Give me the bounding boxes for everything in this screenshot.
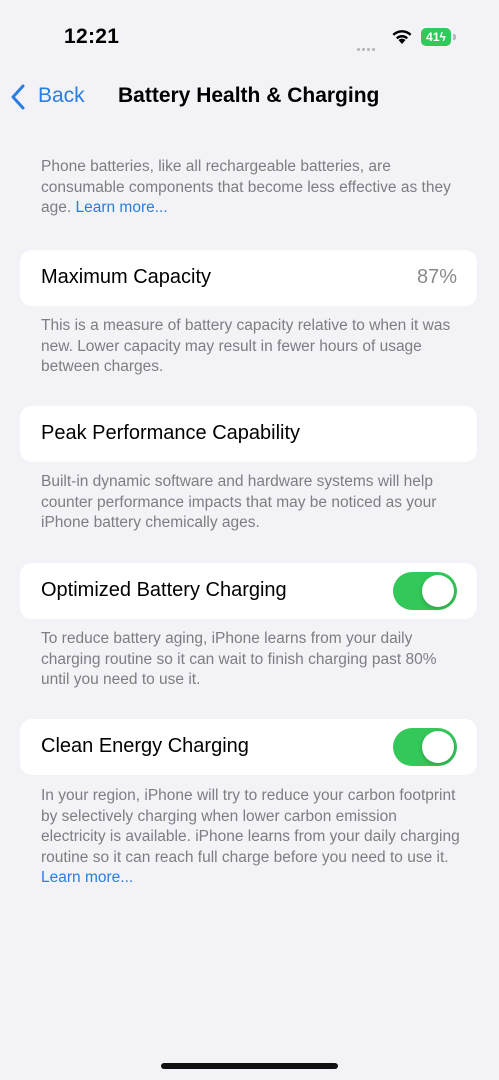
clean-energy-toggle[interactable] <box>393 728 457 766</box>
page-title: Battery Health & Charging <box>118 84 380 107</box>
home-indicator[interactable] <box>161 1063 338 1069</box>
peak-performance-label: Peak Performance Capability <box>41 422 301 444</box>
toggle-knob <box>422 731 454 763</box>
toggle-knob <box>422 575 454 607</box>
peak-performance-footer: Built-in dynamic software and hardware s… <box>41 473 437 531</box>
signal-icon <box>357 38 377 56</box>
learn-more-link[interactable]: Learn more... <box>75 199 167 216</box>
chevron-left-icon[interactable] <box>10 84 26 110</box>
optimized-charging-label: Optimized Battery Charging <box>41 579 287 601</box>
maximum-capacity-row: Maximum Capacity 87% <box>20 250 477 306</box>
clean-energy-label: Clean Energy Charging <box>41 735 249 757</box>
optimized-charging-toggle[interactable] <box>393 572 457 610</box>
clean-energy-row: Clean Energy Charging <box>20 719 477 775</box>
clean-energy-footer-body: In your region, iPhone will try to reduc… <box>41 787 460 866</box>
clock-time: 12:21 <box>64 25 120 48</box>
peak-performance-row: Peak Performance Capability <box>20 406 477 462</box>
optimized-charging-row: Optimized Battery Charging <box>20 563 477 619</box>
intro-text: Phone batteries, like all rechargeable b… <box>41 157 461 219</box>
back-button[interactable]: Back <box>38 84 85 108</box>
maximum-capacity-label: Maximum Capacity <box>41 266 212 288</box>
battery-tip <box>453 34 456 40</box>
battery-level: 41 <box>426 30 440 44</box>
status-bar: 12:21 41ϟ <box>0 0 499 70</box>
maximum-capacity-value: 87% <box>416 266 457 288</box>
wifi-icon <box>392 30 412 44</box>
maximum-capacity-footer: This is a measure of battery capacity re… <box>41 317 451 375</box>
charging-bolt-icon: ϟ <box>439 30 446 44</box>
clean-energy-learn-more-link[interactable]: Learn more... <box>41 869 133 886</box>
optimized-charging-footer: To reduce battery aging, iPhone learns f… <box>41 630 437 688</box>
clean-energy-footer: In your region, iPhone will try to reduc… <box>41 786 461 889</box>
battery-icon: 41ϟ <box>421 28 451 46</box>
